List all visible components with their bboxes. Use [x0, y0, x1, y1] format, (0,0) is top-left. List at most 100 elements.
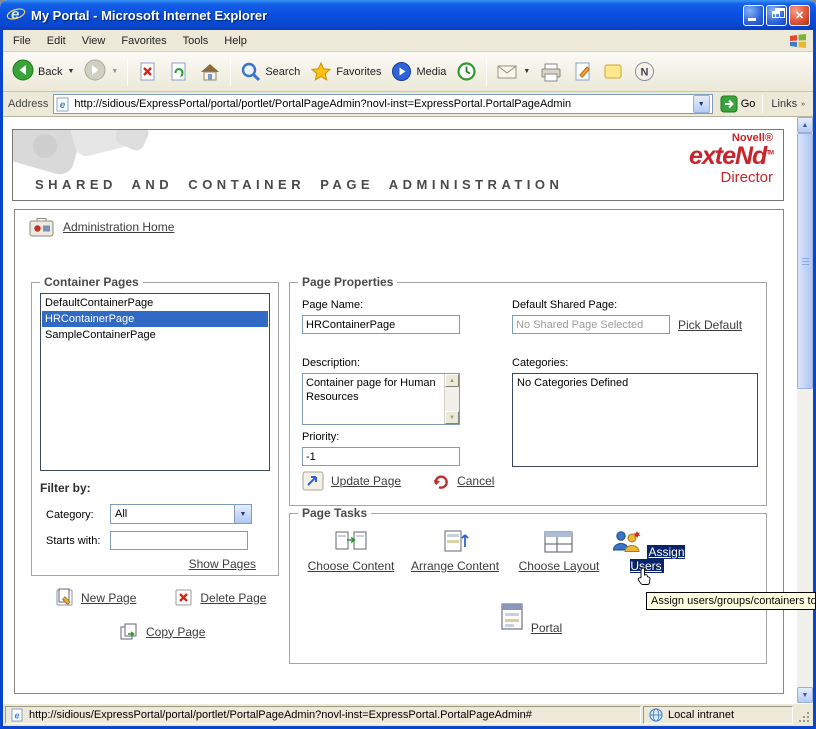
mail-button[interactable]: ▼ — [491, 60, 535, 84]
categories-listbox[interactable]: No Categories Defined — [512, 373, 758, 467]
status-panel: e http://sidious/ExpressPortal/portal/po… — [5, 706, 641, 724]
menu-file[interactable]: File — [5, 32, 39, 50]
show-pages-link[interactable]: Show Pages — [189, 557, 256, 571]
menu-help[interactable]: Help — [216, 32, 255, 50]
address-separator — [762, 95, 763, 113]
arrange-content-icon — [438, 528, 472, 558]
go-label: Go — [741, 98, 756, 110]
page-name-input[interactable] — [302, 315, 460, 334]
textarea-scrollbar[interactable]: ▲ ▼ — [444, 374, 459, 424]
toolbar-separator — [127, 58, 128, 86]
assign-users-tooltip: Assign users/groups/containers to v — [646, 592, 816, 610]
forward-button[interactable]: ▼ — [79, 56, 123, 87]
resize-grip[interactable] — [795, 706, 811, 724]
go-button[interactable]: Go — [718, 95, 758, 113]
history-button[interactable] — [451, 58, 482, 85]
list-item-selected[interactable]: HRContainerPage — [42, 311, 268, 327]
refresh-button[interactable] — [163, 58, 194, 85]
pick-default-link[interactable]: Pick Default — [678, 318, 742, 332]
vertical-scrollbar[interactable]: ▲ ▼ — [797, 117, 813, 703]
title-bar: e My Portal - Microsoft Internet Explore… — [0, 0, 816, 30]
links-button[interactable]: Links » — [768, 98, 808, 110]
page-tasks-legend: Page Tasks — [298, 506, 371, 520]
address-input[interactable]: e http://sidious/ExpressPortal/portal/po… — [53, 94, 712, 114]
new-page-link[interactable]: New Page — [55, 588, 136, 607]
choose-layout-icon — [542, 528, 576, 558]
portal-icon — [496, 602, 528, 632]
edit-button[interactable] — [567, 58, 598, 85]
home-button[interactable] — [194, 58, 226, 85]
address-bar: Address e http://sidious/ExpressPortal/p… — [3, 92, 813, 117]
media-button[interactable]: Media — [386, 58, 451, 85]
document-icon: e — [11, 708, 24, 722]
stop-icon — [137, 61, 158, 82]
task-label: Choose Content — [308, 559, 395, 573]
menu-bar: File Edit View Favorites Tools Help — [3, 30, 813, 52]
browser-toolbar: Back ▼ ▼ Search Favorites — [3, 52, 813, 92]
menu-view[interactable]: View — [74, 32, 114, 50]
ie-app-icon[interactable]: e — [6, 5, 26, 26]
stop-button[interactable] — [132, 58, 163, 85]
cancel-link[interactable]: Cancel — [431, 472, 494, 490]
messenger-icon: N — [634, 61, 655, 82]
menu-favorites[interactable]: Favorites — [113, 32, 174, 50]
favorites-star-icon — [310, 61, 332, 82]
print-button[interactable] — [535, 59, 567, 85]
minimize-button[interactable] — [743, 5, 764, 26]
search-button[interactable]: Search — [235, 58, 305, 85]
update-page-icon — [302, 471, 324, 491]
portal-banner: SHARED AND CONTAINER PAGE ADMINISTRATION… — [12, 129, 784, 201]
category-label: Category: — [46, 509, 94, 521]
ie-page-icon: e — [56, 97, 70, 112]
admin-home-icon — [29, 216, 55, 238]
filter-by-label: Filter by: — [40, 481, 91, 495]
forward-icon — [84, 59, 106, 84]
restore-button[interactable] — [766, 5, 787, 26]
favorites-button[interactable]: Favorites — [305, 58, 386, 85]
assign-users-icon — [609, 528, 643, 558]
description-textarea[interactable]: Container page for Human Resources ▲ ▼ — [302, 373, 460, 425]
back-button[interactable]: Back ▼ — [7, 56, 79, 87]
priority-input[interactable] — [302, 447, 460, 466]
menu-edit[interactable]: Edit — [39, 32, 74, 50]
update-page-link[interactable]: Update Page — [302, 471, 401, 491]
puzzle-decoration — [113, 129, 151, 153]
default-shared-page-input[interactable] — [512, 315, 670, 334]
administration-home-label: Administration Home — [63, 220, 174, 234]
task-arrange-content[interactable]: Arrange Content — [405, 528, 505, 573]
delete-page-link[interactable]: Delete Page — [174, 588, 266, 607]
status-bar: e http://sidious/ExpressPortal/portal/po… — [3, 703, 813, 726]
toolbar-separator — [486, 58, 487, 86]
scroll-up-icon[interactable]: ▲ — [445, 374, 459, 387]
new-page-icon — [55, 588, 74, 607]
messenger-button[interactable]: N — [629, 58, 660, 85]
task-label: Choose Layout — [519, 559, 600, 573]
task-choose-content[interactable]: Choose Content — [301, 528, 401, 573]
priority-label: Priority: — [302, 431, 339, 443]
list-item[interactable]: SampleContainerPage — [42, 327, 268, 343]
container-pages-fieldset: Container Pages DefaultContainerPage HRC… — [31, 282, 279, 576]
search-icon — [240, 61, 261, 82]
window-title: My Portal - Microsoft Internet Explorer — [31, 8, 267, 23]
scroll-up-arrow[interactable]: ▲ — [797, 117, 813, 133]
container-pages-listbox[interactable]: DefaultContainerPage HRContainerPage Sam… — [40, 293, 270, 471]
menu-tools[interactable]: Tools — [175, 32, 217, 50]
chevron-down-icon[interactable]: ▼ — [234, 505, 251, 523]
copy-page-link[interactable]: Copy Page — [119, 622, 205, 641]
scrollbar-thumb[interactable] — [797, 133, 813, 389]
browser-window: e My Portal - Microsoft Internet Explore… — [0, 0, 816, 729]
task-choose-layout[interactable]: Choose Layout — [509, 528, 609, 573]
close-button[interactable]: ✕ — [789, 5, 810, 26]
category-select[interactable]: All ▼ — [110, 504, 252, 524]
task-portal[interactable]: Portal — [493, 602, 565, 635]
scroll-down-arrow[interactable]: ▼ — [797, 687, 813, 703]
discuss-button[interactable] — [598, 59, 629, 84]
hand-cursor-icon — [637, 567, 652, 588]
local-intranet-icon — [649, 708, 663, 722]
scroll-down-icon[interactable]: ▼ — [445, 411, 459, 424]
list-item[interactable]: DefaultContainerPage — [42, 295, 268, 311]
starts-with-input[interactable] — [110, 531, 248, 550]
svg-text:e: e — [60, 100, 66, 111]
address-dropdown-button[interactable]: ▼ — [693, 95, 710, 113]
administration-home-link[interactable]: Administration Home — [29, 216, 174, 238]
